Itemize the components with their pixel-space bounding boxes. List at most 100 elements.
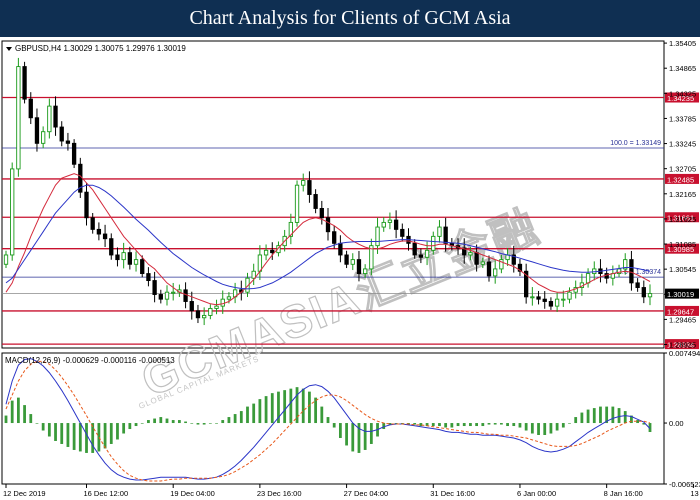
price-axis-label: 1.32705 bbox=[669, 165, 696, 174]
macd-histogram-bar bbox=[561, 423, 565, 428]
time-axis-label: 6 Jan 00:00 bbox=[517, 489, 556, 498]
candle-body bbox=[344, 254, 349, 265]
candle-body bbox=[338, 242, 343, 256]
candle-body bbox=[363, 268, 368, 275]
macd-histogram-bar bbox=[184, 421, 187, 424]
macd-histogram-bar bbox=[159, 417, 163, 424]
macd-histogram-bar bbox=[283, 390, 287, 424]
macd-histogram-bar bbox=[506, 423, 509, 427]
macd-histogram-bar bbox=[85, 423, 88, 453]
macd-histogram-bar bbox=[270, 393, 274, 424]
macd-histogram-bar bbox=[438, 423, 441, 427]
macd-histogram-bar bbox=[518, 423, 522, 428]
macd-histogram-bar bbox=[623, 411, 627, 424]
candle-body bbox=[127, 252, 132, 265]
candle-body bbox=[65, 140, 71, 144]
candle-body bbox=[16, 66, 21, 170]
macd-histogram-bar bbox=[66, 423, 70, 447]
macd-histogram-bar bbox=[462, 423, 466, 427]
macd-histogram-bar bbox=[537, 423, 540, 435]
macd-histogram-bar bbox=[16, 397, 20, 424]
macd-histogram-bar bbox=[215, 423, 218, 424]
macd-histogram-bar bbox=[78, 423, 82, 452]
macd-histogram-bar bbox=[580, 412, 584, 424]
macd-histogram-bar bbox=[289, 388, 293, 424]
candle-body bbox=[356, 259, 362, 275]
macd-histogram-bar bbox=[599, 406, 602, 424]
candle-body bbox=[332, 231, 337, 244]
candle-body bbox=[10, 168, 15, 256]
candle-body bbox=[41, 131, 46, 144]
candle-body bbox=[375, 226, 380, 247]
candle-body bbox=[629, 259, 634, 284]
candle-body bbox=[90, 217, 95, 230]
candle-body bbox=[84, 191, 89, 219]
macd-histogram-bar bbox=[320, 406, 324, 424]
macd-histogram-bar bbox=[481, 423, 485, 427]
macd-histogram-bar bbox=[165, 418, 169, 424]
candle-body bbox=[28, 98, 33, 119]
macd-histogram-bar bbox=[574, 417, 578, 424]
time-axis-label: 16 Dec 12:00 bbox=[84, 489, 129, 498]
macd-histogram-bar bbox=[512, 423, 516, 427]
candle-body bbox=[220, 298, 225, 307]
price-axis-label: 1.33785 bbox=[669, 114, 696, 123]
candle-body bbox=[34, 117, 40, 144]
macd-histogram-bar bbox=[128, 423, 132, 430]
level-tag-label: 1.32485 bbox=[667, 175, 694, 184]
price-axis-label: 1.32165 bbox=[669, 190, 696, 199]
macd-pane bbox=[1, 352, 665, 485]
candle-body bbox=[493, 268, 498, 277]
macd-histogram-bar bbox=[47, 423, 51, 437]
candle-body bbox=[171, 291, 176, 294]
price-axis-label: 1.31085 bbox=[669, 240, 696, 249]
time-axis-label: 12 Dec 2019 bbox=[3, 489, 46, 498]
last-price-label: 1.30019 bbox=[667, 290, 694, 299]
macd-histogram-bar bbox=[72, 423, 76, 450]
chart-area: GCMASIA汇立金融GLOBAL CAPITAL MARKETS 1.3423… bbox=[1, 39, 700, 498]
candle-body bbox=[164, 291, 170, 300]
candle-body bbox=[567, 291, 572, 300]
candle-body bbox=[208, 308, 213, 316]
candle-body bbox=[158, 294, 163, 300]
candle-body bbox=[189, 301, 194, 312]
candle-body bbox=[474, 252, 479, 265]
macd-histogram-bar bbox=[109, 423, 113, 444]
candle-body bbox=[195, 310, 201, 319]
macd-axis-label: 0.00 bbox=[669, 419, 684, 428]
candle-body bbox=[418, 254, 424, 258]
time-axis-label: 19 Dec 04:00 bbox=[170, 489, 215, 498]
macd-histogram-bar bbox=[208, 423, 212, 424]
candle-body bbox=[635, 282, 640, 288]
macd-histogram-bar bbox=[301, 388, 305, 424]
candle-body bbox=[424, 249, 430, 258]
candle-body bbox=[263, 249, 269, 256]
candle-body bbox=[381, 221, 386, 228]
macd-histogram-bar bbox=[29, 414, 33, 424]
macd-histogram-bar bbox=[134, 423, 138, 427]
candle-body bbox=[412, 242, 417, 256]
candle-body bbox=[146, 273, 151, 282]
macd-histogram-bar bbox=[4, 415, 8, 424]
macd-histogram-bar bbox=[239, 411, 243, 424]
candle-body bbox=[468, 252, 473, 256]
macd-histogram-bar bbox=[369, 423, 373, 444]
candle-body bbox=[393, 219, 399, 230]
candle-body bbox=[102, 233, 108, 240]
candle-body bbox=[641, 287, 646, 298]
candle-body bbox=[214, 305, 219, 309]
macd-histogram-bar bbox=[264, 396, 268, 424]
candle-body bbox=[400, 228, 405, 237]
macd-histogram-bar bbox=[450, 423, 454, 428]
macd-histogram-bar bbox=[338, 423, 342, 438]
time-axis-label: 23 Dec 16:00 bbox=[257, 489, 302, 498]
macd-histogram-bar bbox=[221, 420, 225, 424]
macd-axis-label: -0.006523 bbox=[669, 480, 700, 489]
macd-header: MACD(12,26,9) -0.000629 -0.000116 -0.000… bbox=[5, 356, 175, 365]
macd-histogram-bar bbox=[10, 400, 14, 424]
macd-axis-label: 0.007494 bbox=[669, 349, 700, 358]
candle-body bbox=[307, 180, 312, 195]
macd-histogram-bar bbox=[202, 423, 206, 425]
macd-histogram-bar bbox=[351, 423, 355, 452]
macd-histogram-bar bbox=[345, 423, 348, 446]
